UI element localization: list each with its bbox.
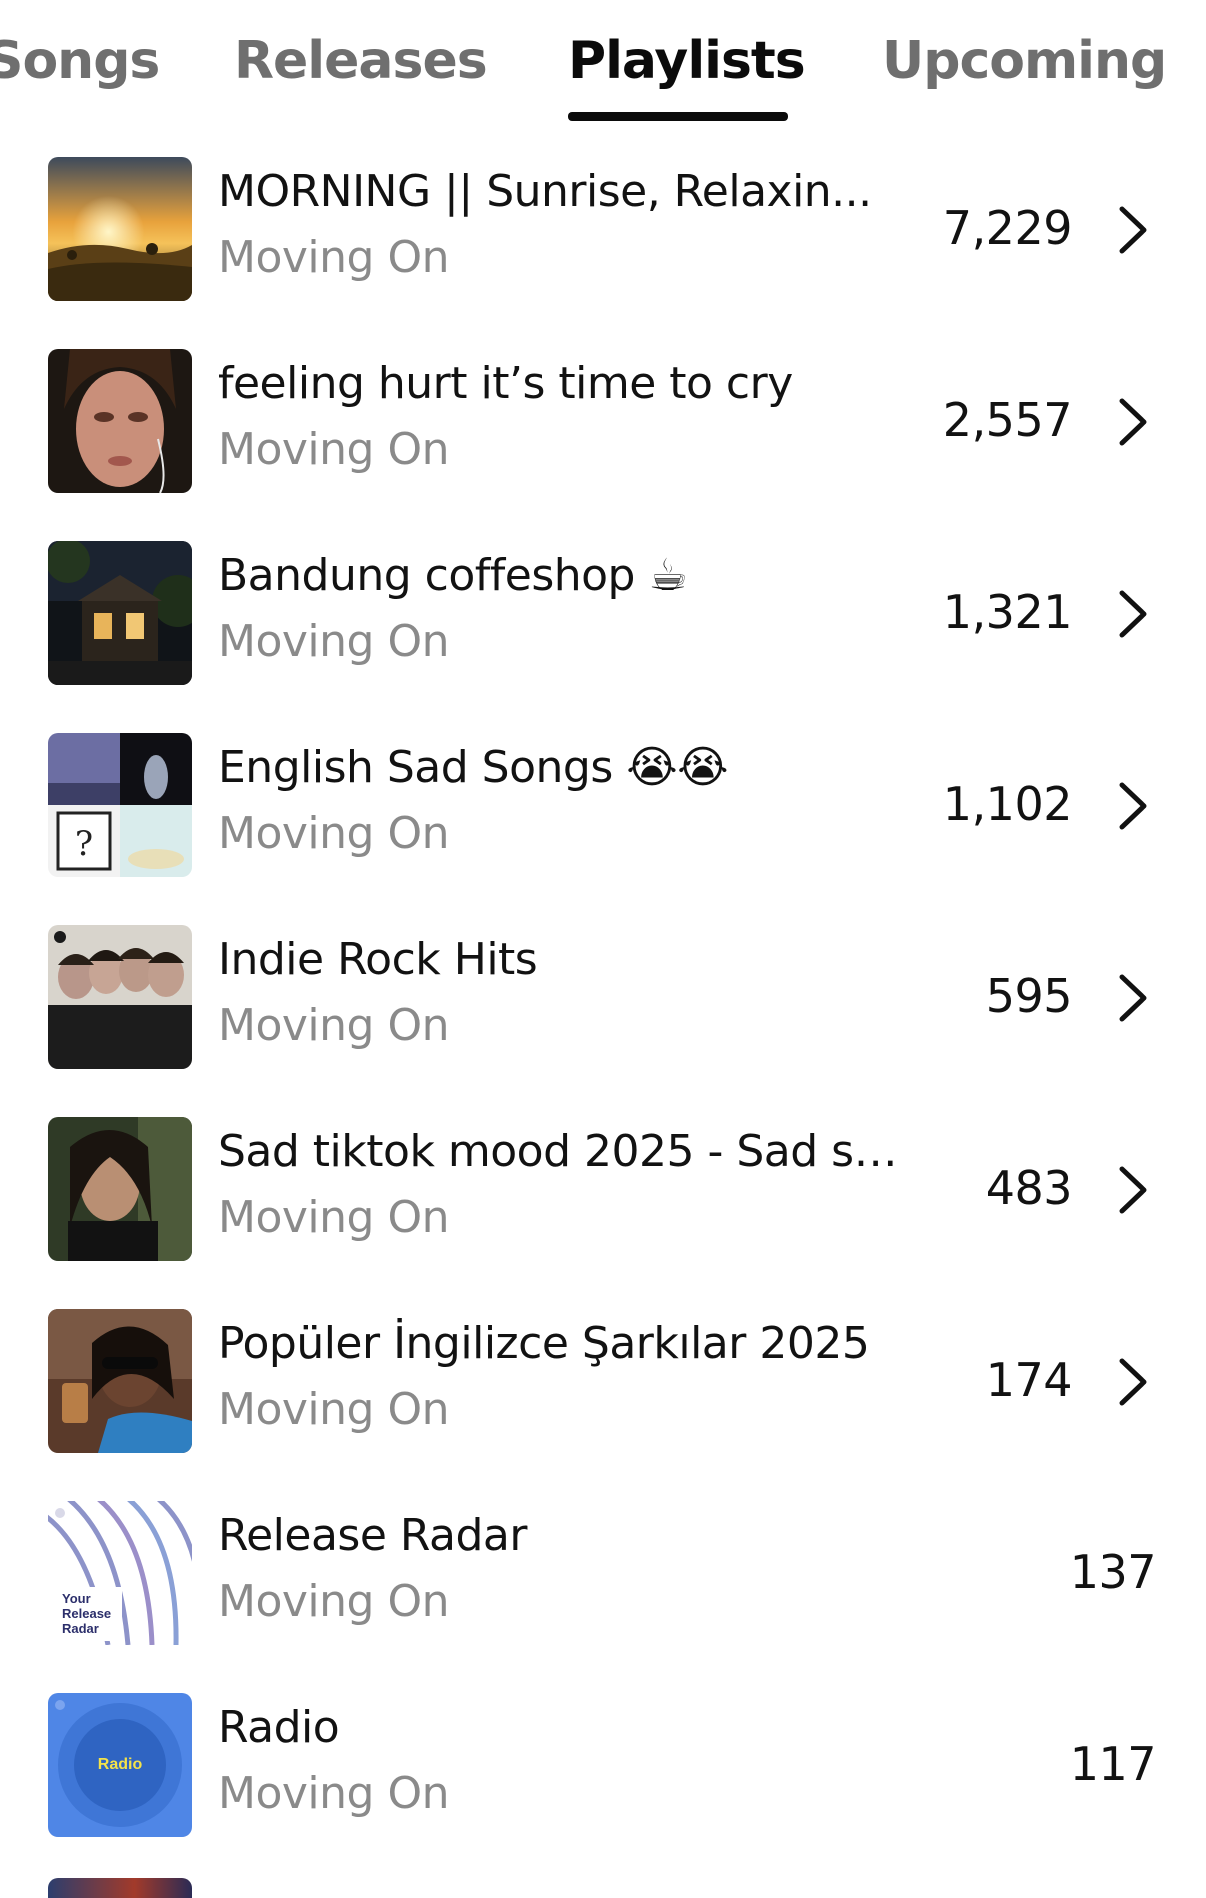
playlist-cover-image [48,541,192,685]
playlist-cover-image [48,157,192,301]
cover-text: Radio [97,1756,143,1773]
playlist-title: Indie Rock Hits [218,934,538,985]
active-tab-indicator [568,112,788,121]
playlist-list: MORNING || Sunrise, Relaxin... Moving On… [0,147,1206,1875]
playlist-count: 137 [1069,1545,1157,1599]
tab-songs[interactable]: Songs [0,28,160,94]
playlist-cover-image [48,1117,192,1261]
playlist-title: MORNING || Sunrise, Relaxin... [218,166,872,217]
playlist-title: English Sad Songs 😭😭 [218,742,729,793]
playlist-cover-image: Your Release Radar [48,1501,192,1645]
playlist-title: feeling hurt it’s time to cry [218,358,793,409]
playlist-count: 483 [985,1161,1073,1215]
playlist-title: Popüler İngilizce Şarkılar 2025 [218,1318,870,1369]
playlist-title: Sad tiktok mood 2025 - Sad so... [218,1126,918,1177]
tab-playlists[interactable]: Playlists [568,28,806,94]
playlist-count: 1,321 [942,585,1073,639]
playlist-cover-image: Radio [48,1693,192,1837]
chevron-right-icon[interactable] [1116,1165,1150,1215]
playlist-curator: Moving On [218,1384,449,1435]
playlist-curator: Moving On [218,232,449,283]
playlist-row[interactable]: Your Release Radar Release Radar Moving … [0,1491,1206,1683]
playlist-cover-image [48,925,192,1069]
tab-upcoming[interactable]: Upcoming [882,28,1167,94]
playlist-count: 174 [985,1353,1073,1407]
tab-releases[interactable]: Releases [234,28,488,94]
cover-text: Your Release Radar [62,1591,112,1636]
playlist-title: Bandung coffeshop ☕ [218,550,688,601]
playlist-cover-image [48,1878,192,1898]
playlist-curator: Moving On [218,1576,449,1627]
playlist-curator: Moving On [218,1192,449,1243]
playlist-cover-image [48,1309,192,1453]
playlist-count: 1,102 [942,777,1073,831]
chevron-right-icon[interactable] [1116,589,1150,639]
playlist-count: 117 [1069,1737,1157,1791]
playlist-row[interactable]: ? English Sad Songs 😭😭 Moving On 1,102 [0,723,1206,915]
playlist-row[interactable]: Popüler İngilizce Şarkılar 2025 Moving O… [0,1299,1206,1491]
playlist-curator: Moving On [218,1000,449,1051]
playlist-count: 2,557 [942,393,1073,447]
playlist-curator: Moving On [218,808,449,859]
playlist-title: Radio [218,1702,340,1753]
playlist-title: Release Radar [218,1510,527,1561]
chevron-right-icon[interactable] [1116,397,1150,447]
playlist-row[interactable]: feeling hurt it’s time to cry Moving On … [0,339,1206,531]
playlist-row[interactable]: Radio Radio Moving On 117 [0,1683,1206,1875]
playlist-cover-image: ? [48,733,192,877]
playlist-count: 7,229 [942,201,1073,255]
playlist-row[interactable]: MORNING || Sunrise, Relaxin... Moving On… [0,147,1206,339]
svg-text:?: ? [75,824,93,864]
playlist-cover-image [48,349,192,493]
chevron-right-icon[interactable] [1116,205,1150,255]
chevron-right-icon[interactable] [1116,973,1150,1023]
playlist-row[interactable]: Bandung coffeshop ☕ Moving On 1,321 [0,531,1206,723]
tab-bar: Songs Releases Playlists Upcoming [0,0,1206,122]
chevron-right-icon[interactable] [1116,781,1150,831]
playlist-curator: Moving On [218,616,449,667]
playlist-row[interactable]: Indie Rock Hits Moving On 595 [0,915,1206,1107]
playlist-curator: Moving On [218,424,449,475]
playlist-curator: Moving On [218,1768,449,1819]
playlist-count: 595 [985,969,1073,1023]
playlist-row[interactable]: Sad tiktok mood 2025 - Sad so... Moving … [0,1107,1206,1299]
chevron-right-icon[interactable] [1116,1357,1150,1407]
